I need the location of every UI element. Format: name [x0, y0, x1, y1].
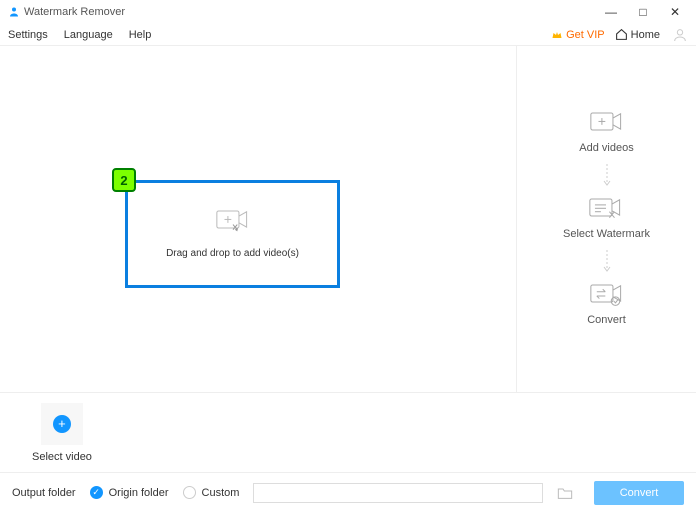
- add-video-dropzone[interactable]: Drag and drop to add video(s): [125, 180, 340, 288]
- step-arrow-icon: [603, 250, 611, 274]
- custom-folder-radio[interactable]: Custom: [183, 486, 240, 499]
- menu-language[interactable]: Language: [64, 29, 113, 41]
- output-path-input[interactable]: [253, 483, 543, 503]
- get-vip-button[interactable]: Get VIP: [551, 29, 605, 41]
- home-button[interactable]: Home: [615, 28, 660, 41]
- main-area: Drag and drop to add video(s) 2 Add vide…: [0, 46, 696, 392]
- convert-button-label: Convert: [620, 487, 659, 499]
- add-video-icon: [216, 210, 250, 234]
- origin-folder-label: Origin folder: [109, 487, 169, 499]
- step-add-label: Add videos: [579, 142, 633, 154]
- bottom-strip: + Select video: [0, 392, 696, 472]
- tutorial-callout-badge: 2: [112, 168, 136, 192]
- step-convert[interactable]: Convert: [587, 284, 626, 326]
- home-icon: [615, 28, 628, 41]
- step-select-watermark[interactable]: Select Watermark: [563, 198, 650, 240]
- callout-number: 2: [120, 173, 127, 188]
- step-select-label: Select Watermark: [563, 228, 650, 240]
- step-add-videos[interactable]: Add videos: [579, 112, 633, 154]
- drop-area-container: Drag and drop to add video(s) 2: [0, 46, 516, 392]
- origin-folder-radio[interactable]: Origin folder: [90, 486, 169, 499]
- user-avatar-icon[interactable]: [672, 27, 688, 43]
- window-controls: — □ ✕: [604, 5, 682, 19]
- minimize-icon[interactable]: —: [604, 5, 618, 19]
- crown-icon: [551, 29, 563, 41]
- plus-icon: +: [53, 415, 71, 433]
- convert-button[interactable]: Convert: [594, 481, 684, 505]
- menu-help[interactable]: Help: [129, 29, 152, 41]
- titlebar: Watermark Remover — □ ✕: [0, 0, 696, 24]
- dropzone-text: Drag and drop to add video(s): [166, 248, 299, 259]
- maximize-icon[interactable]: □: [636, 5, 650, 19]
- radio-unselected-icon: [183, 486, 196, 499]
- menu-settings[interactable]: Settings: [8, 29, 48, 41]
- output-folder-label: Output folder: [12, 487, 76, 499]
- menubar: Settings Language Help Get VIP Home: [0, 24, 696, 46]
- radio-selected-icon: [90, 486, 103, 499]
- step-arrow-icon: [603, 164, 611, 188]
- footer: Output folder Origin folder Custom Conve…: [0, 472, 696, 512]
- get-vip-label: Get VIP: [566, 29, 605, 41]
- step-convert-label: Convert: [587, 314, 626, 326]
- home-label: Home: [631, 29, 660, 41]
- app-title: Watermark Remover: [24, 6, 604, 18]
- select-video-label: Select video: [32, 451, 92, 463]
- browse-folder-icon[interactable]: [557, 486, 573, 500]
- steps-sidebar: Add videos Select Watermark Conver: [516, 46, 696, 392]
- select-video-tile[interactable]: + Select video: [32, 403, 92, 463]
- app-icon: [8, 6, 20, 18]
- custom-folder-label: Custom: [202, 487, 240, 499]
- close-icon[interactable]: ✕: [668, 5, 682, 19]
